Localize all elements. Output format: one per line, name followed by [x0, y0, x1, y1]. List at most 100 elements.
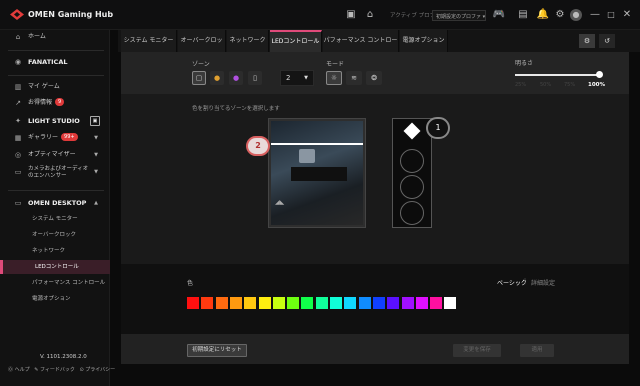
chart-icon: ↗ — [15, 99, 21, 107]
color-swatch[interactable] — [358, 297, 371, 309]
front-fan-2[interactable] — [400, 175, 424, 199]
photo-icon[interactable]: ▤ — [516, 8, 530, 22]
color-swatch[interactable] — [330, 297, 342, 309]
sidebar-sub-led-control[interactable]: LEDコントロール — [0, 260, 110, 274]
mode-color-cycle-icon[interactable]: ❂ — [366, 71, 382, 85]
brightness-100: 100% — [588, 82, 605, 88]
account-icon[interactable]: ● — [570, 9, 582, 21]
title-bar: OMEN Gaming Hub ▣ ⌂ アクティブ プロファイル 初期設定のプロ… — [0, 0, 640, 30]
color-swatch[interactable] — [315, 297, 328, 309]
deals-badge: 9 — [55, 98, 65, 106]
advanced-mode-link[interactable]: 詳細設定 — [531, 278, 555, 287]
sidebar-sub-performance[interactable]: パフォーマンス コントロール — [0, 276, 110, 290]
sidebar-item-light-studio[interactable]: ✦ LIGHT STUDIO ▣ — [0, 114, 110, 128]
sidebar-sub-overclock[interactable]: オーバークロック — [0, 228, 110, 242]
tab-network[interactable]: ネットワーク — [227, 30, 269, 52]
chevron-down-icon: ▼ — [94, 135, 98, 141]
tab-overclock[interactable]: オーバークロック — [178, 30, 226, 66]
sidebar-item-omen-desktop[interactable]: ▭ OMEN DESKTOP ▲ — [0, 196, 110, 210]
sidebar-item-deals[interactable]: ↗ お得情報 9 — [0, 96, 110, 110]
gallery-icon: ▦ — [14, 134, 22, 142]
brightness-label: 明るさ — [515, 60, 534, 67]
color-swatch[interactable] — [301, 297, 314, 309]
sidebar-item-my-games[interactable]: ▥ マイ ゲーム — [0, 80, 110, 94]
gear-icon[interactable]: ⚙ — [553, 8, 567, 22]
color-swatch[interactable] — [201, 297, 214, 309]
color-swatch[interactable] — [215, 297, 228, 309]
brightness-slider-thumb[interactable] — [596, 71, 603, 78]
bell-icon[interactable]: 🔔 — [536, 8, 550, 22]
gamepad-icon[interactable]: ▣ — [344, 8, 358, 22]
basic-mode-link[interactable]: ベーシック — [497, 278, 527, 287]
front-panel-image — [392, 118, 432, 228]
color-swatch[interactable] — [187, 297, 199, 309]
color-swatch[interactable] — [444, 297, 457, 309]
zone-rainbow-icon[interactable]: ● — [229, 71, 243, 85]
sidebar-sub-network[interactable]: ネットワーク — [0, 244, 110, 258]
profile-dropdown[interactable]: 初期設定のプロファ ▾ — [432, 10, 486, 21]
zone-single-icon[interactable]: ▢ — [192, 71, 206, 85]
color-swatch[interactable] — [372, 297, 385, 309]
privacy-link[interactable]: ⊙ プライバシー — [79, 367, 115, 373]
brightness-75: 75% — [564, 82, 576, 88]
front-fan-3[interactable] — [400, 201, 424, 225]
save-profile-button[interactable]: 変更を保存 — [453, 344, 501, 357]
sidebar-sub-power[interactable]: 電源オプション — [0, 292, 110, 306]
sync-icon[interactable]: ↺ — [599, 34, 615, 48]
mode-breathing-icon[interactable]: ≋ — [346, 71, 362, 85]
home-icon[interactable]: ⌂ — [363, 8, 377, 22]
maximize-icon[interactable]: □ — [604, 8, 618, 22]
zone-1-callout[interactable]: 1 — [426, 117, 450, 139]
color-swatch[interactable] — [415, 297, 428, 309]
sidebar-item-gallery[interactable]: ▦ ギャラリー 99+ ▼ — [0, 131, 110, 145]
tab-performance[interactable]: パフォーマンス コントロール — [323, 30, 399, 66]
fanatical-icon: ◉ — [14, 58, 22, 66]
color-swatch[interactable] — [258, 297, 271, 309]
color-swatch[interactable] — [272, 297, 285, 309]
controller-icon[interactable]: 🎮 — [492, 8, 506, 22]
mode-static-icon[interactable]: ☼ — [326, 71, 342, 85]
minimize-icon[interactable]: — — [588, 8, 602, 22]
brightness-slider-track[interactable] — [515, 74, 601, 76]
sidebar-item-home[interactable]: ⌂ ホーム — [0, 30, 110, 44]
color-swatch[interactable] — [244, 297, 257, 309]
color-swatch[interactable] — [430, 297, 443, 309]
version-label: V. 1101.2308.2.0 — [40, 354, 87, 360]
sidebar-item-camera-audio[interactable]: ▭ カメラおよびオーディオのエンハンサー ▼ — [0, 165, 110, 181]
sidebar-item-fanatical[interactable]: ◉ FANATICAL — [0, 55, 110, 69]
chevron-up-icon: ▲ — [94, 200, 98, 206]
zone-2-light-strip[interactable] — [271, 143, 363, 145]
color-swatch[interactable] — [344, 297, 357, 309]
sidebar-sub-system-monitor[interactable]: システム モニター — [0, 212, 110, 226]
sidebar-item-optimizer[interactable]: ◎ オプティマイザー ▼ — [0, 148, 110, 162]
lightbulb-icon: ✦ — [15, 117, 21, 125]
diamond-logo-icon[interactable] — [403, 122, 421, 140]
zone-device-icon[interactable]: ▯ — [248, 71, 262, 85]
tab-system-monitor[interactable]: システム モニター — [121, 30, 177, 52]
optimizer-icon: ◎ — [14, 151, 22, 159]
mode-label: モード — [326, 61, 345, 68]
tab-power[interactable]: 電源オプション — [400, 30, 448, 52]
settings-icon[interactable]: ⚙ — [579, 34, 595, 48]
brightness-50: 50% — [540, 82, 552, 88]
tab-bar: システム モニター オーバークロック ネットワーク LEDコントロール パフォー… — [118, 30, 640, 66]
pc-case-image: ◢◣ — [268, 118, 366, 228]
feedback-link[interactable]: ✎ フィードバック — [34, 367, 75, 373]
front-fan-1[interactable] — [400, 149, 424, 173]
color-swatch[interactable] — [287, 297, 300, 309]
zone-2-callout[interactable]: 2 — [246, 136, 270, 156]
color-swatch[interactable] — [387, 297, 400, 309]
zone-instruction: 色を割り当てるゾーンを選択します — [192, 106, 280, 112]
zone-count-dropdown[interactable]: 2 ▼ — [280, 70, 314, 86]
help-link[interactable]: ⓪ ヘルプ — [8, 367, 30, 373]
zone-multi-icon[interactable]: ● — [210, 71, 224, 85]
tab-led-control[interactable]: LEDコントロール — [270, 30, 322, 52]
omen-logo-icon — [10, 9, 24, 20]
close-icon[interactable]: ✕ — [620, 8, 634, 22]
chevron-down-icon: ▼ — [304, 75, 308, 81]
color-swatch[interactable] — [401, 297, 414, 309]
color-swatch[interactable] — [229, 297, 242, 309]
apply-button[interactable]: 適用 — [520, 344, 554, 357]
light-studio-launch-icon[interactable]: ▣ — [90, 116, 100, 126]
reset-defaults-button[interactable]: 初期設定にリセット — [187, 344, 247, 357]
